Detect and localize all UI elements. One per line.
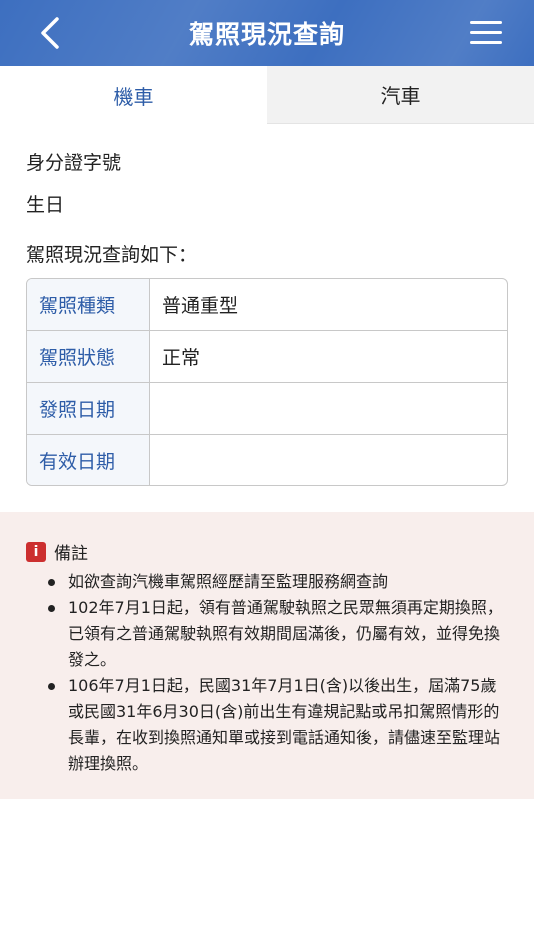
table-row: 發照日期: [27, 383, 507, 435]
chevron-left-icon: [41, 17, 59, 49]
notes-section: i 備註 如欲查詢汽機車駕照經歷請至監理服務網查詢 102年7月1日起，領有普通…: [0, 512, 534, 799]
list-item: 如欲查詢汽機車駕照經歷請至監理服務網查詢: [48, 569, 508, 595]
tab-car[interactable]: 汽車: [267, 66, 534, 124]
expiry-date-value: [150, 435, 507, 485]
vehicle-tabs: 機車 汽車: [0, 66, 534, 124]
license-type-value: 普通重型: [162, 295, 239, 317]
table-row: 駕照狀態 正常: [27, 331, 507, 383]
table-row: 有效日期: [27, 435, 507, 485]
license-type-label: 駕照種類: [27, 279, 150, 330]
birthday-label: 生日: [26, 194, 65, 216]
notes-title: 備註: [54, 544, 88, 564]
issue-date-label: 發照日期: [27, 383, 150, 434]
back-button[interactable]: [30, 12, 70, 54]
expiry-date-label: 有效日期: [27, 435, 150, 485]
result-heading: 駕照現況查詢如下：: [26, 244, 198, 266]
hamburger-icon: [470, 21, 502, 24]
page-title: 駕照現況查詢: [188, 20, 345, 49]
license-status-label: 駕照狀態: [27, 331, 150, 382]
app-header: 駕照現況查詢: [0, 0, 534, 66]
table-row: 駕照種類 普通重型: [27, 279, 507, 331]
tab-motorcycle[interactable]: 機車: [0, 66, 267, 124]
id-number-label: 身分證字號: [26, 152, 122, 174]
license-status-value: 正常: [162, 347, 201, 369]
list-item: 106年7月1日起，民國31年7月1日(含)以後出生，屆滿75歲或民國31年6月…: [48, 673, 508, 777]
notes-list: 如欲查詢汽機車駕照經歷請至監理服務網查詢 102年7月1日起，領有普通駕駛執照之…: [48, 569, 508, 777]
list-item: 102年7月1日起，領有普通駕駛執照之民眾無須再定期換照，已領有之普通駕駛執照有…: [48, 595, 508, 673]
issue-date-value: [150, 383, 507, 434]
menu-button[interactable]: [466, 16, 506, 50]
notes-header: i 備註: [26, 539, 88, 564]
license-info-table: 駕照種類 普通重型 駕照狀態 正常 發照日期 有效日期: [26, 278, 508, 486]
info-alert-icon: i: [26, 541, 46, 562]
